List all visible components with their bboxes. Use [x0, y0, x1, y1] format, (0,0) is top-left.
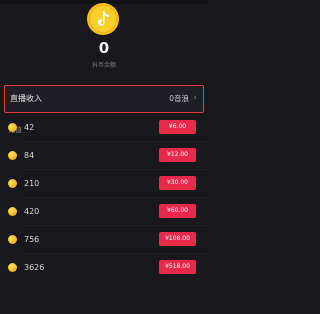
price-button[interactable]: ¥108.00	[159, 232, 196, 246]
live-income-label: 直播收入	[10, 94, 42, 103]
coin-icon	[8, 207, 17, 216]
live-income-value: 0音浪	[169, 94, 189, 103]
recharge-option[interactable]: 420 ¥60.00	[0, 197, 208, 225]
price-button[interactable]: ¥518.00	[159, 260, 196, 274]
recharge-option[interactable]: 3626 ¥518.00	[0, 253, 208, 281]
recharge-option[interactable]: 756 ¥108.00	[0, 225, 208, 253]
recharge-option[interactable]: 42 ¥6.00	[0, 113, 208, 141]
coin-balance-label: 抖币余额	[91, 62, 116, 69]
price-button[interactable]: ¥60.00	[159, 204, 196, 218]
price-button[interactable]: ¥6.00	[159, 120, 196, 134]
recharge-amount: 420	[24, 207, 40, 216]
recharge-amount: 84	[24, 151, 35, 160]
recharge-amount: 210	[24, 179, 40, 188]
coin-balance: 0	[98, 39, 110, 57]
coin-icon	[8, 151, 17, 160]
coin-icon	[8, 123, 17, 132]
coin-icon	[8, 263, 17, 272]
price-button[interactable]: ¥30.00	[159, 176, 196, 190]
recharge-option[interactable]: 210 ¥30.00	[0, 169, 208, 197]
recharge-amount: 756	[24, 235, 40, 244]
recharge-option[interactable]: 84 ¥12.00	[0, 141, 208, 169]
price-button[interactable]: ¥12.00	[159, 148, 196, 162]
coin-icon	[8, 235, 17, 244]
coin-icon	[8, 179, 17, 188]
live-income-row[interactable]: 直播收入 0音浪 ›	[4, 85, 204, 113]
recharge-amount: 42	[24, 123, 35, 132]
tiktok-coin-icon	[86, 2, 120, 36]
chevron-right-icon: ›	[193, 93, 197, 103]
recharge-amount: 3626	[24, 263, 45, 272]
